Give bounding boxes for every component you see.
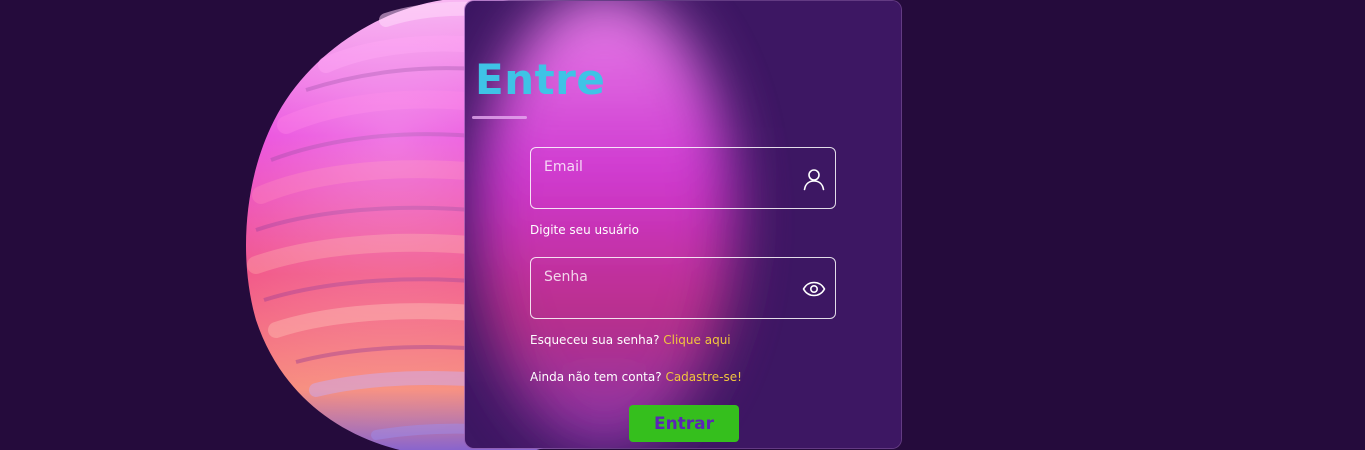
email-helper-text: Digite seu usuário (530, 223, 639, 237)
login-form: Entre Email Digite seu usuário Senha Esq… (465, 1, 901, 448)
signup-link[interactable]: Cadastre-se! (665, 370, 742, 384)
email-input[interactable] (531, 148, 835, 208)
password-input[interactable] (531, 258, 835, 318)
password-field[interactable]: Senha (530, 257, 836, 319)
signup-row: Ainda não tem conta? Cadastre-se! (530, 370, 742, 384)
forgot-password-row: Esqueceu sua senha? Clique aqui (530, 333, 731, 347)
login-card: Entre Email Digite seu usuário Senha Esq… (464, 0, 902, 449)
signup-text: Ainda não tem conta? (530, 370, 666, 384)
email-field[interactable]: Email (530, 147, 836, 209)
submit-button[interactable]: Entrar (629, 405, 739, 442)
page-title: Entre (475, 55, 606, 104)
eye-icon[interactable] (802, 277, 826, 301)
forgot-password-link[interactable]: Clique aqui (663, 333, 730, 347)
title-underline (472, 116, 527, 119)
forgot-password-text: Esqueceu sua senha? (530, 333, 664, 347)
user-icon (803, 169, 825, 191)
login-page: Entre Email Digite seu usuário Senha Esq… (0, 0, 1365, 450)
